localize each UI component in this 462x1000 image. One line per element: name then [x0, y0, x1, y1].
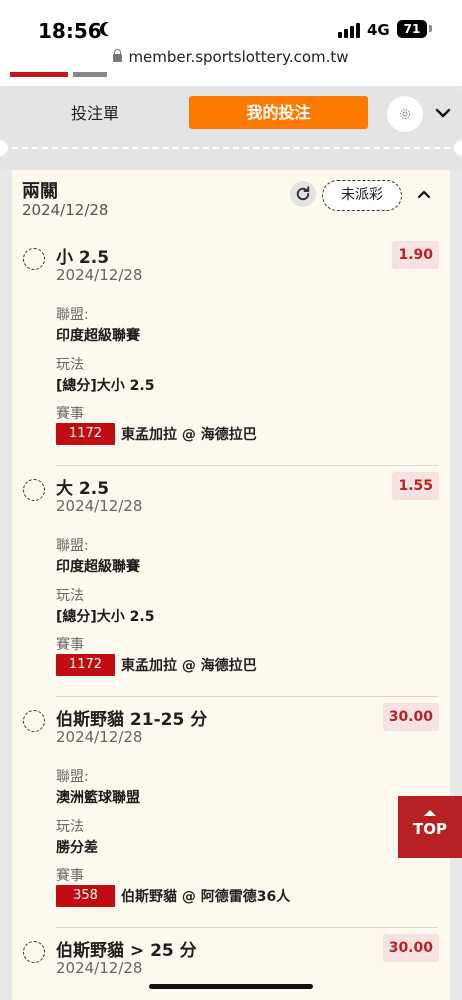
league-value: 印度超級聯賽 [56, 328, 140, 344]
event-number: 358 [56, 885, 115, 907]
bet-item: 大 2.5 2024/12/28 1.55 聯盟: 印度超級聯賽 玩法 [總分]… [12, 465, 450, 697]
home-indicator[interactable] [149, 984, 313, 989]
bet-date: 2024/12/28 [56, 959, 143, 977]
spacer [0, 156, 462, 170]
bet-date: 2024/12/28 [56, 497, 143, 515]
market-value: [總分]大小 2.5 [56, 609, 155, 625]
league-value: 澳洲籃球聯盟 [56, 790, 140, 806]
odds-badge: 1.55 [392, 472, 439, 500]
arrow-up-icon [424, 810, 436, 816]
odds-badge: 30.00 [382, 703, 439, 731]
moon-icon [104, 22, 118, 36]
market-label: 玩法 [56, 357, 84, 373]
tab-bar: 投注單 我的投注 [0, 86, 462, 148]
bet-selection: 伯斯野貓 21-25 分 [56, 710, 208, 730]
league-value: 印度超級聯賽 [56, 559, 140, 575]
tab-my-bets[interactable]: 我的投注 [189, 96, 368, 129]
result-pending-icon [23, 710, 45, 732]
event-label: 賽事 [56, 637, 84, 653]
bet-date: 2024/12/28 [56, 266, 143, 284]
result-pending-icon [23, 479, 45, 501]
url-text: member.sportslottery.com.tw [128, 48, 349, 66]
league-label: 聯盟: [56, 307, 89, 323]
event-number: 1172 [56, 423, 115, 445]
top-label: TOP [413, 820, 447, 838]
gear-icon [400, 109, 410, 119]
bet-selection: 伯斯野貓 > 25 分 [56, 941, 197, 961]
lock-icon [113, 49, 123, 62]
league-label: 聯盟: [56, 538, 89, 554]
bet-date: 2024/12/28 [56, 728, 143, 746]
bet-selection: 大 2.5 [56, 479, 110, 499]
refresh-button[interactable] [290, 181, 316, 207]
bet-item: 伯斯野貓 21-25 分 2024/12/28 30.00 聯盟: 澳洲籃球聯盟… [12, 696, 450, 928]
battery-icon: 71 [397, 20, 427, 38]
event-row: 1172 東孟加拉 @ 海德拉巴 [56, 423, 257, 445]
settings-button[interactable] [387, 96, 423, 132]
event-row: 358 伯斯野貓 @ 阿德雷德36人 [56, 885, 290, 907]
market-label: 玩法 [56, 588, 84, 604]
network-type: 4G [367, 21, 390, 39]
odds-badge: 1.90 [392, 241, 439, 269]
bet-ticket-card: 兩關 2024/12/28 未派彩 小 2.5 2024/12/28 1.90 … [12, 170, 450, 1000]
event-name: 伯斯野貓 @ 阿德雷德36人 [121, 889, 291, 905]
ticket-type: 兩關 [22, 181, 58, 202]
back-to-top-button[interactable]: TOP [398, 796, 462, 858]
result-pending-icon [23, 941, 45, 963]
chevron-down-icon[interactable] [434, 104, 452, 122]
event-name: 東孟加拉 @ 海德拉巴 [121, 658, 257, 674]
market-value: 勝分差 [56, 840, 98, 856]
league-label: 聯盟: [56, 769, 89, 785]
notch-left [0, 140, 8, 156]
event-row: 1172 東孟加拉 @ 海德拉巴 [56, 654, 257, 676]
status-badge: 未派彩 [322, 180, 402, 211]
result-pending-icon [23, 248, 45, 270]
header-strip [0, 72, 462, 86]
odds-badge: 30.00 [382, 934, 439, 962]
address-bar[interactable]: member.sportslottery.com.tw [0, 48, 462, 66]
ticket-header: 兩關 2024/12/28 未派彩 [12, 170, 450, 224]
event-label: 賽事 [56, 406, 84, 422]
battery-tip [429, 25, 432, 32]
market-label: 玩法 [56, 819, 84, 835]
chevron-up-icon[interactable] [416, 186, 432, 202]
clock: 18:56 [38, 19, 102, 43]
bet-item: 伯斯野貓 > 25 分 2024/12/28 30.00 [12, 927, 450, 1000]
ticket-perforation [0, 140, 462, 156]
grey-tab [73, 72, 107, 77]
event-name: 東孟加拉 @ 海德拉巴 [121, 427, 257, 443]
notch-right [454, 140, 462, 156]
bet-item: 小 2.5 2024/12/28 1.90 聯盟: 印度超級聯賽 玩法 [總分]… [12, 234, 450, 466]
bet-selection: 小 2.5 [56, 248, 110, 268]
red-tab [10, 72, 68, 77]
event-label: 賽事 [56, 868, 84, 884]
market-value: [總分]大小 2.5 [56, 378, 155, 394]
ticket-date: 2024/12/28 [22, 201, 109, 219]
refresh-icon [296, 186, 310, 201]
signal-icon [338, 22, 360, 38]
tab-bet-slip[interactable]: 投注單 [30, 99, 160, 129]
dashed-line [12, 147, 450, 149]
event-number: 1172 [56, 654, 115, 676]
status-bar: 18:56 4G 71 member.sportslottery.com.tw [0, 0, 462, 72]
